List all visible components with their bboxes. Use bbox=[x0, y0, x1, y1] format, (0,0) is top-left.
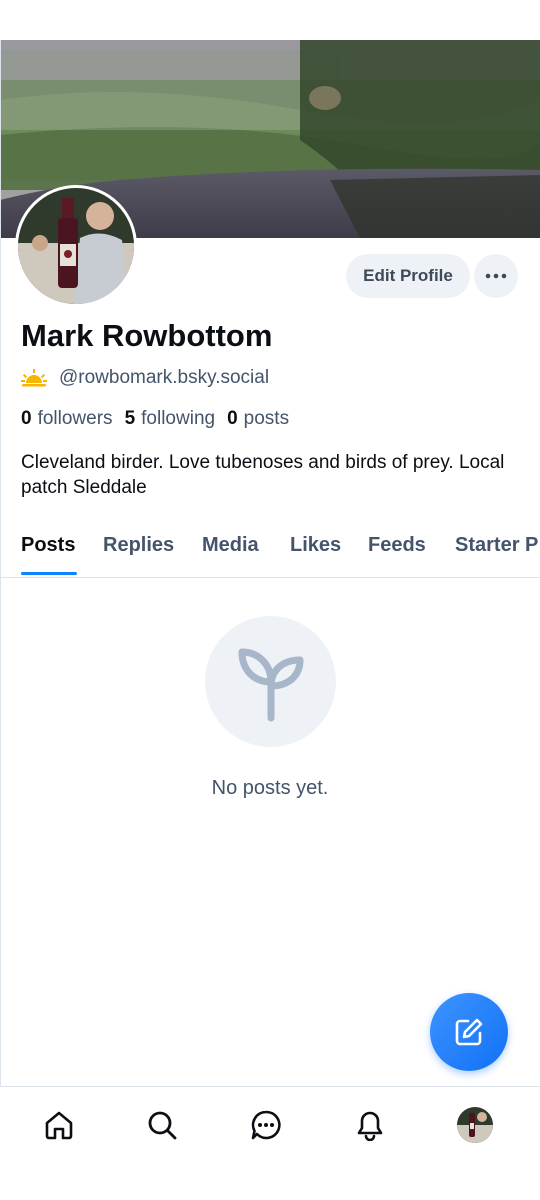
bottom-navigation bbox=[0, 1086, 540, 1166]
followers-label: followers bbox=[37, 408, 113, 429]
avatar-photo bbox=[18, 188, 134, 304]
handle-row: @rowbomark.bsky.social bbox=[21, 366, 269, 390]
following-label: following bbox=[141, 408, 216, 429]
profile-stats: 0 followers 5 following 0 posts bbox=[21, 407, 301, 431]
followers-stat[interactable]: 0 followers bbox=[21, 408, 125, 430]
more-options-button[interactable] bbox=[474, 254, 518, 298]
posts-count: 0 bbox=[227, 408, 238, 429]
profile-avatar[interactable] bbox=[15, 185, 137, 307]
following-stat[interactable]: 5 following bbox=[125, 408, 228, 430]
tabs-divider bbox=[0, 577, 540, 578]
following-count: 5 bbox=[124, 408, 136, 429]
profile-tabs: Posts Replies Media Likes Feeds Starter … bbox=[0, 520, 540, 578]
followers-count: 0 bbox=[21, 408, 32, 429]
compose-post-button[interactable] bbox=[430, 993, 508, 1071]
content-left-border bbox=[0, 40, 1, 1165]
ellipsis-icon bbox=[485, 273, 507, 279]
tab-replies[interactable]: Replies bbox=[103, 534, 174, 557]
profile-handle[interactable]: @rowbomark.bsky.social bbox=[59, 367, 269, 389]
search-icon bbox=[148, 1111, 177, 1140]
tab-likes[interactable]: Likes bbox=[290, 534, 341, 557]
empty-state-icon-circle bbox=[205, 616, 336, 747]
status-bar-area bbox=[0, 0, 540, 40]
profile-bio: Cleveland birder. Love tubenoses and bir… bbox=[21, 452, 505, 498]
tab-posts[interactable]: Posts bbox=[21, 534, 75, 557]
posts-label: posts bbox=[243, 408, 290, 429]
tab-starter-packs[interactable]: Starter P bbox=[455, 534, 538, 557]
nav-profile[interactable] bbox=[455, 1105, 495, 1145]
nav-notifications[interactable] bbox=[350, 1105, 390, 1145]
nav-search[interactable] bbox=[142, 1105, 182, 1145]
active-tab-indicator bbox=[21, 572, 77, 575]
seedling-icon bbox=[238, 648, 303, 721]
home-icon bbox=[45, 1111, 73, 1140]
tab-media[interactable]: Media bbox=[202, 534, 259, 557]
sunrise-emoji-icon bbox=[21, 369, 47, 387]
chat-icon bbox=[251, 1110, 281, 1140]
empty-state-text: No posts yet. bbox=[211, 777, 329, 799]
avatar-thumbnail bbox=[457, 1107, 493, 1143]
nav-home[interactable] bbox=[39, 1105, 79, 1145]
profile-avatar-small bbox=[457, 1107, 493, 1143]
tab-feeds[interactable]: Feeds bbox=[368, 534, 426, 557]
edit-profile-button[interactable]: Edit Profile bbox=[346, 254, 470, 298]
bottom-safe-area bbox=[0, 1166, 540, 1200]
nav-chat[interactable] bbox=[246, 1105, 286, 1145]
compose-icon bbox=[455, 1018, 483, 1046]
bell-icon bbox=[357, 1111, 383, 1141]
posts-stat: 0 posts bbox=[227, 408, 301, 430]
profile-display-name: Mark Rowbottom bbox=[21, 318, 273, 353]
